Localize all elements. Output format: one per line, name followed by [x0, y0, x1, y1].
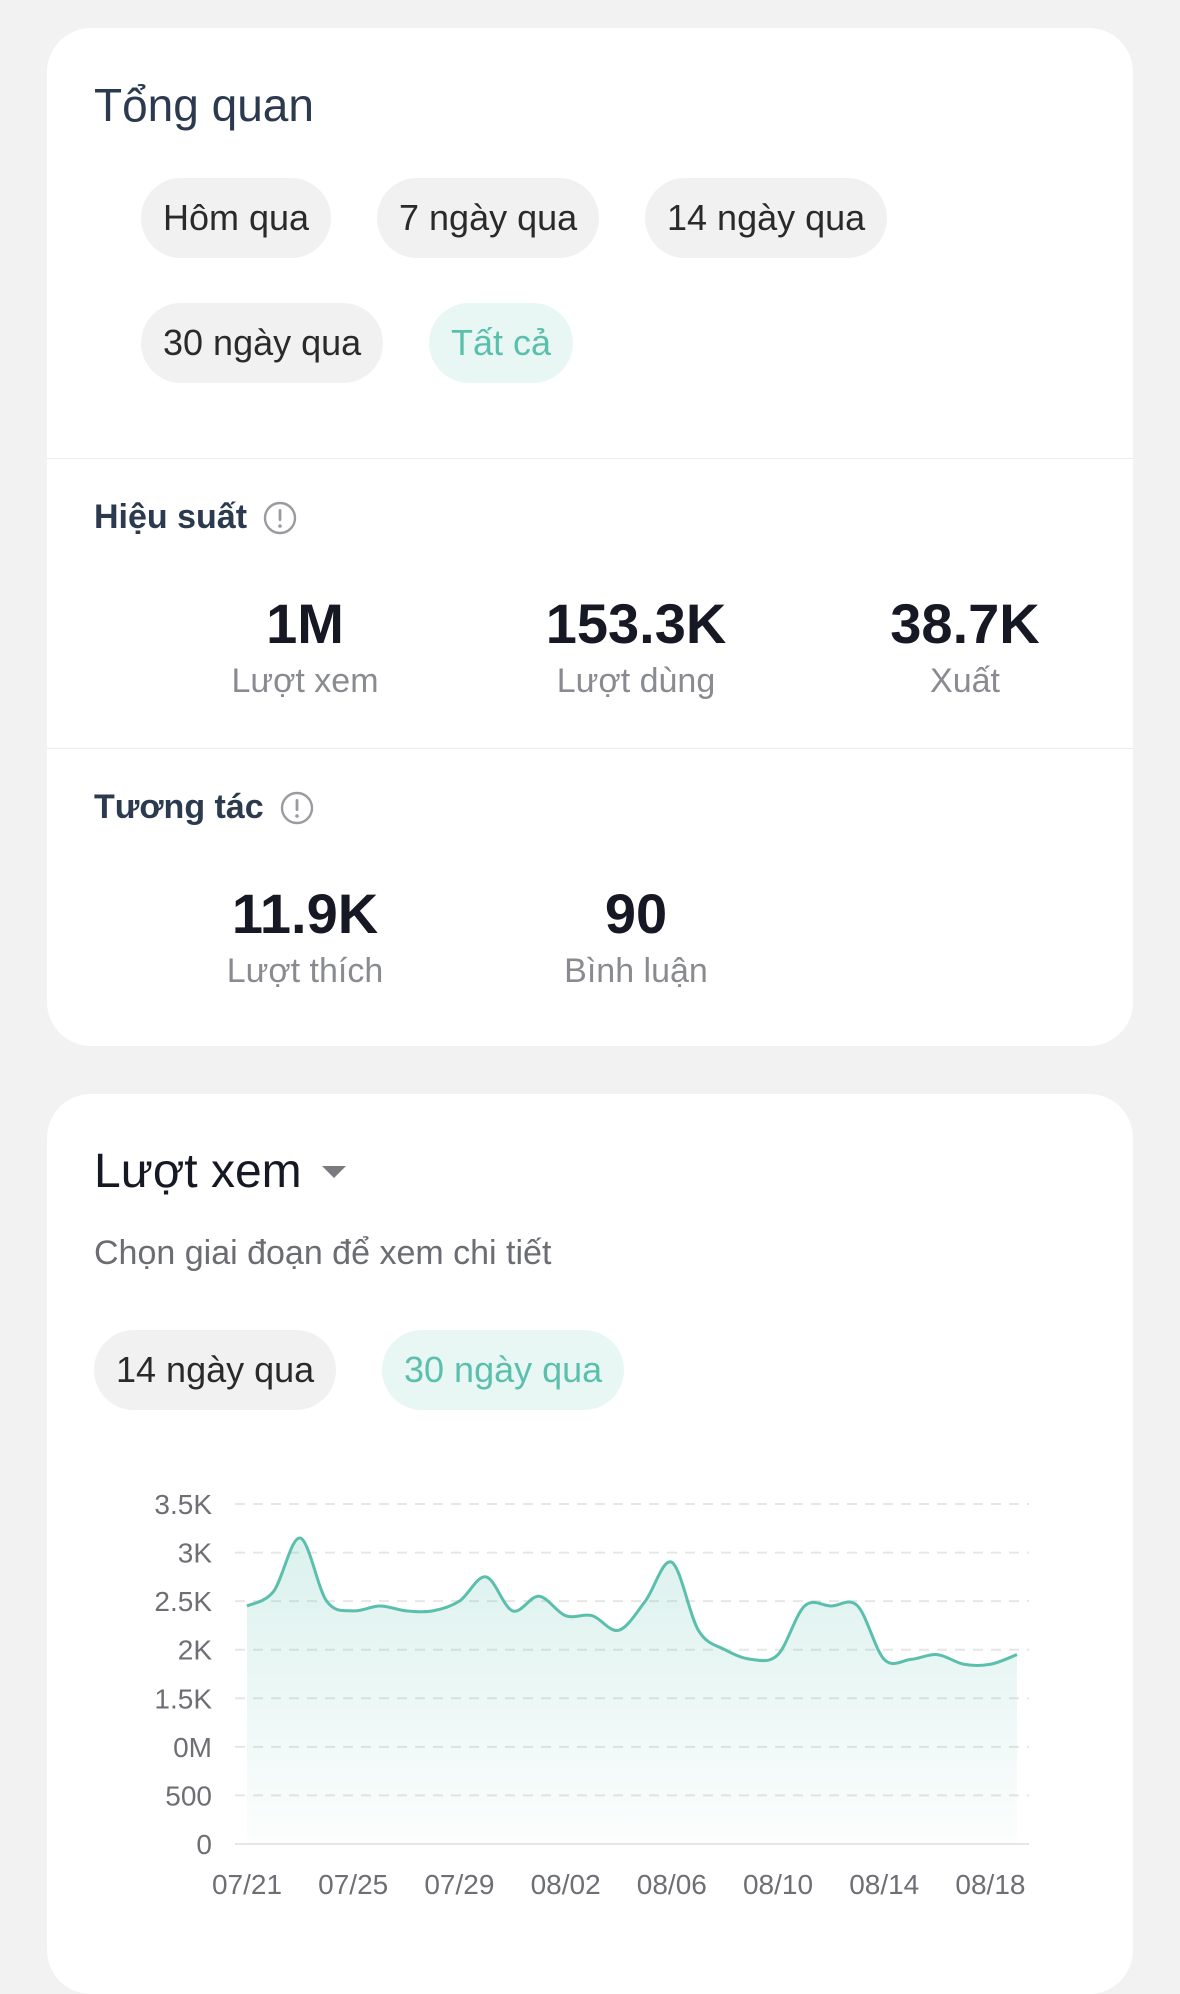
metric-exports: 38.7K Xuất	[800, 592, 1130, 701]
data-point	[537, 1594, 541, 1598]
data-point	[1015, 1653, 1019, 1657]
x-tick-label: 07/21	[212, 1869, 282, 1900]
info-icon[interactable]	[280, 791, 314, 825]
metric-comments: 90 Bình luận	[471, 882, 801, 991]
data-point	[935, 1653, 939, 1657]
overview-title: Tổng quan	[94, 79, 314, 131]
y-tick-label: 0	[196, 1829, 212, 1860]
x-tick-label: 08/06	[637, 1869, 707, 1900]
y-tick-label: 2K	[178, 1635, 213, 1666]
data-point	[988, 1662, 992, 1666]
x-tick-label: 08/10	[743, 1869, 813, 1900]
data-point	[457, 1599, 461, 1603]
y-tick-label: 1.5K	[154, 1683, 212, 1714]
data-point	[484, 1575, 488, 1579]
metric-likes: 11.9K Lượt thích	[140, 882, 470, 991]
metric-exports-label: Xuất	[930, 662, 1000, 700]
metric-views-label: Lượt xem	[231, 662, 379, 700]
chart-card: Lượt xem Chọn giai đoạn để xem chi tiết …	[47, 1094, 1133, 1994]
data-point	[325, 1599, 329, 1603]
y-tick-label: 2.5K	[154, 1586, 212, 1617]
data-point	[298, 1536, 302, 1540]
info-icon[interactable]	[263, 501, 297, 535]
x-tick-label: 08/14	[849, 1869, 919, 1900]
y-tick-label: 3K	[178, 1538, 213, 1569]
metric-comments-value: 90	[604, 882, 668, 945]
metric-likes-value: 11.9K	[231, 882, 379, 945]
data-point	[511, 1609, 515, 1613]
data-point	[882, 1657, 886, 1661]
data-point	[670, 1560, 674, 1564]
views-area	[247, 1537, 1017, 1844]
x-tick-label: 07/29	[424, 1869, 494, 1900]
overview-card: Tổng quan Hôm qua 7 ngày qua 14 ngày qua…	[47, 28, 1133, 1046]
data-point	[909, 1657, 913, 1661]
metric-uses-label: Lượt dùng	[556, 662, 716, 700]
data-point	[962, 1662, 966, 1666]
y-tick-label: 3.5K	[154, 1489, 212, 1520]
engagement-title: Tương tác	[94, 788, 264, 826]
filter-30-days[interactable]: 30 ngày qua	[141, 303, 384, 383]
divider	[47, 458, 1133, 459]
data-point	[749, 1657, 753, 1661]
data-point	[696, 1628, 700, 1632]
filter-7-days[interactable]: 7 ngày qua	[377, 178, 600, 258]
data-point	[803, 1604, 807, 1608]
metric-likes-label: Lượt thích	[226, 952, 384, 990]
y-tick-label: 500	[165, 1780, 212, 1811]
data-point	[272, 1589, 276, 1593]
data-point	[617, 1628, 621, 1632]
metric-exports-value: 38.7K	[890, 592, 1040, 655]
metric-uses: 153.3K Lượt dùng	[471, 592, 801, 701]
data-point	[431, 1609, 435, 1613]
engagement-heading: Tương tác	[94, 788, 314, 827]
data-point	[776, 1653, 780, 1657]
filter-yesterday[interactable]: Hôm qua	[141, 178, 332, 258]
views-chart: 0 500 0M 1.5K 2K 2.5K 3K 3.5K 07/21 07/25 07/29 08/…	[154, 1489, 1029, 1900]
data-point	[245, 1604, 249, 1608]
data-point	[378, 1604, 382, 1608]
x-tick-label: 08/02	[531, 1869, 601, 1900]
data-point	[590, 1614, 594, 1618]
performance-heading: Hiệu suất	[94, 498, 297, 537]
data-point	[351, 1609, 355, 1613]
data-point	[856, 1604, 860, 1608]
x-tick-label: 08/18	[955, 1869, 1025, 1900]
y-tick-label: 0M	[173, 1732, 212, 1763]
data-point	[404, 1609, 408, 1613]
filter-14-days[interactable]: 14 ngày qua	[645, 178, 888, 258]
metric-views-value: 1M	[266, 592, 344, 655]
performance-title: Hiệu suất	[94, 498, 248, 536]
data-point	[829, 1604, 833, 1608]
filter-all[interactable]: Tất cả	[429, 303, 574, 383]
divider	[47, 748, 1133, 749]
metric-views: 1M Lượt xem	[140, 592, 470, 701]
metric-uses-value: 153.3K	[545, 592, 727, 655]
data-point	[564, 1614, 568, 1618]
metric-comments-label: Bình luận	[564, 952, 708, 990]
data-point	[723, 1648, 727, 1652]
x-tick-label: 07/25	[318, 1869, 388, 1900]
data-point	[643, 1599, 647, 1603]
